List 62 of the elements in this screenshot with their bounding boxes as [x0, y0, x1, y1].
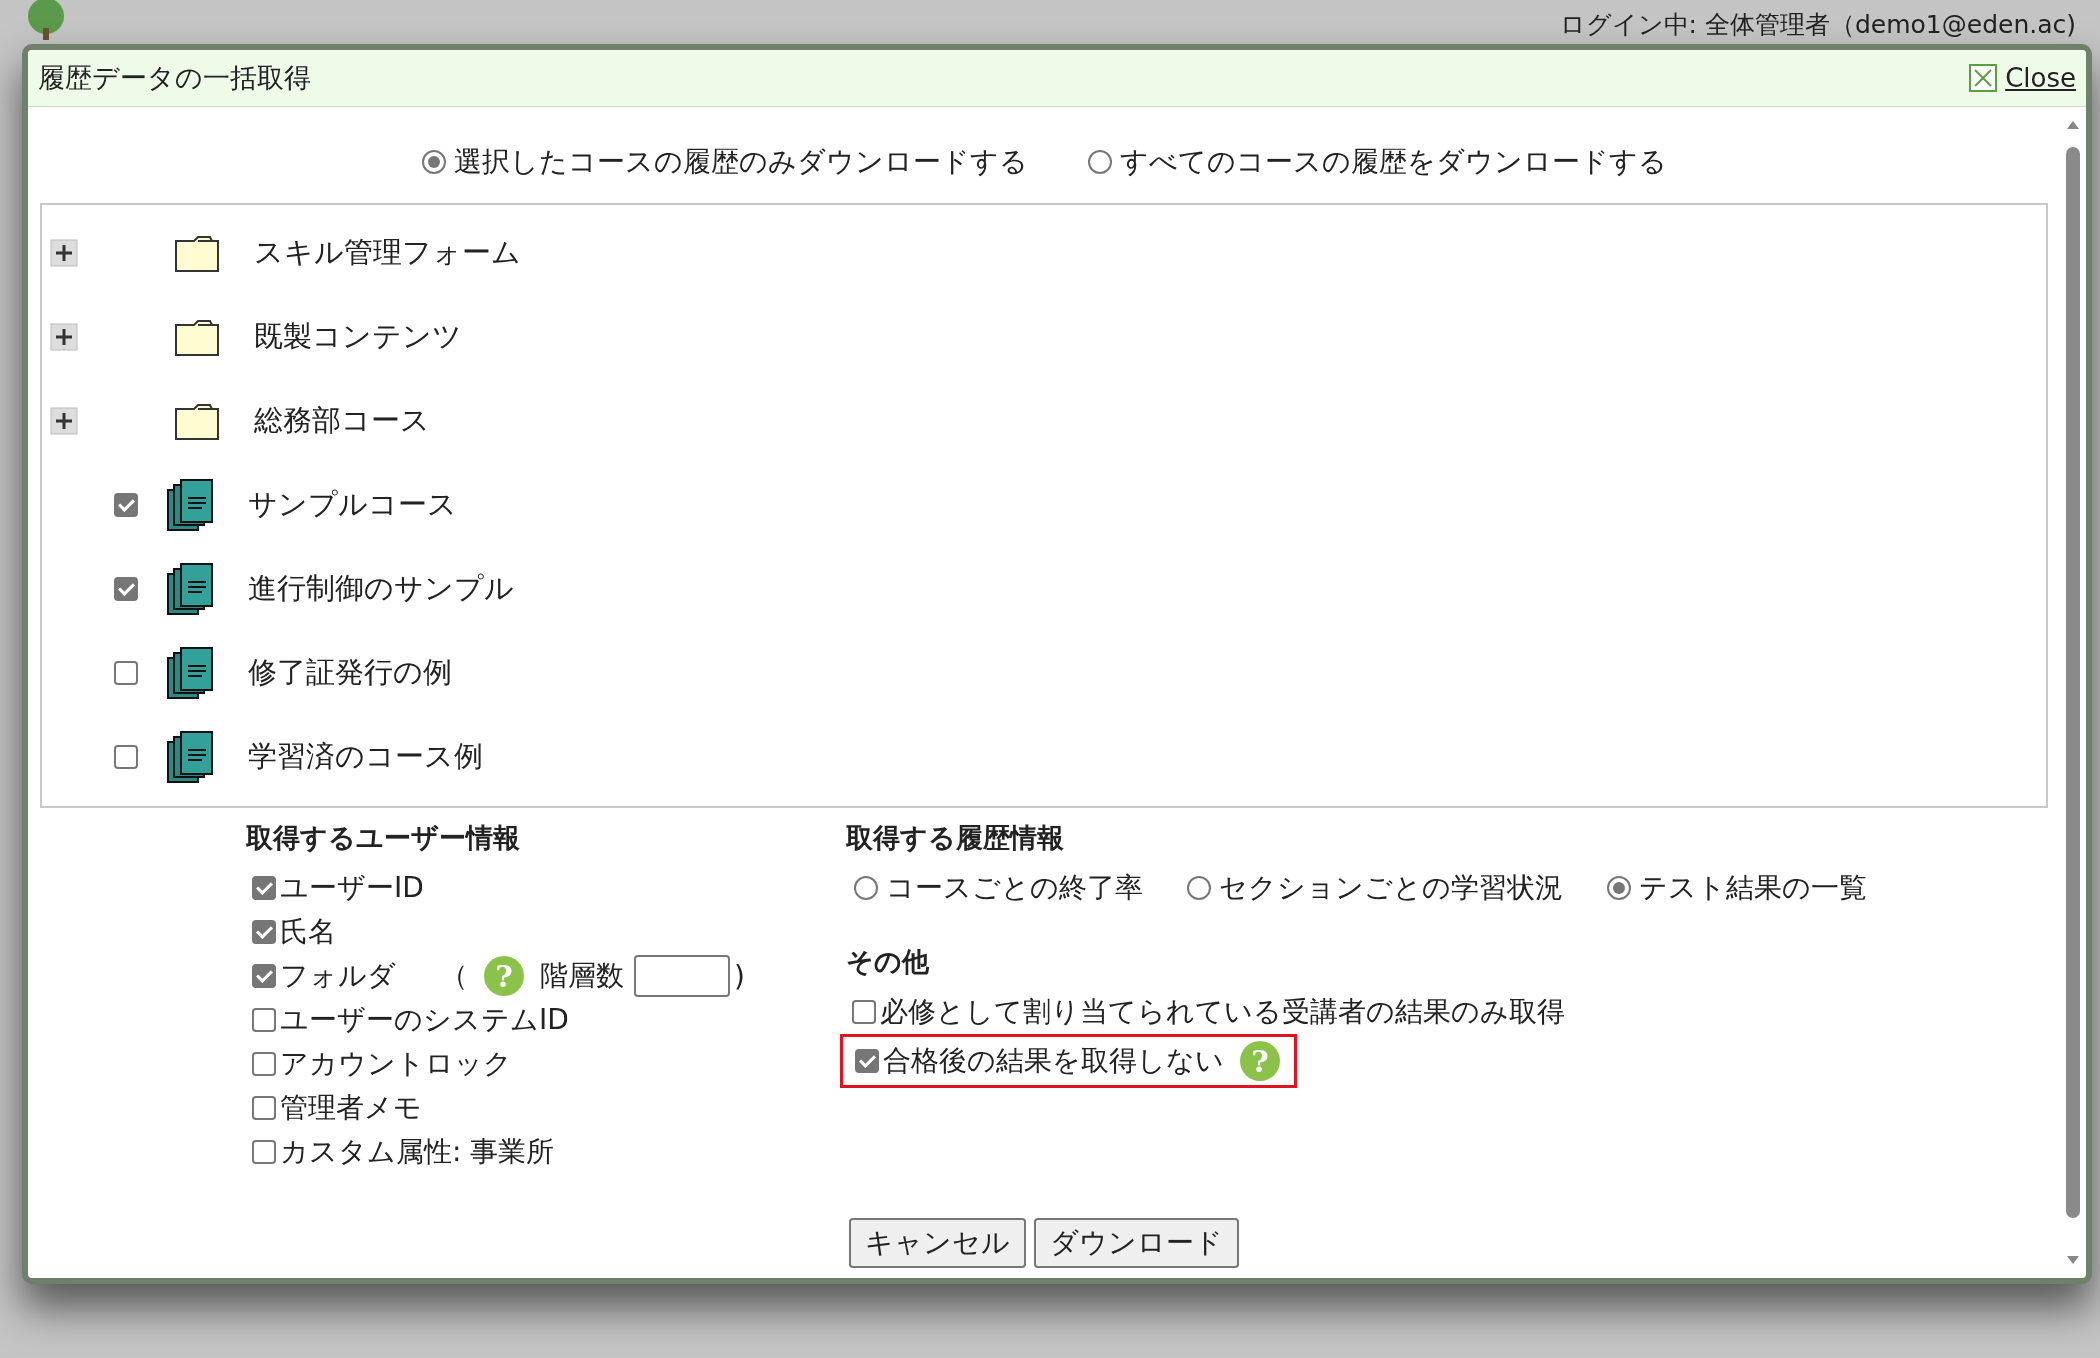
folder-label[interactable]: スキル管理フォーム [254, 233, 521, 273]
checkbox[interactable] [852, 1000, 876, 1024]
option-label: すべてのコースの履歴をダウンロードする [1119, 144, 1667, 180]
radio-button[interactable] [1087, 150, 1112, 174]
option-label: アカウントロック [280, 1046, 512, 1082]
radio-button[interactable] [1187, 876, 1211, 900]
checkbox[interactable] [252, 1052, 276, 1076]
login-status: ログイン中: 全体管理者（demo1@eden.ac) [1559, 9, 2076, 41]
checkbox[interactable] [114, 577, 138, 601]
folder-label[interactable]: 既製コンテンツ [254, 317, 462, 357]
option-label: セクションごとの学習状況 [1219, 870, 1563, 906]
section-heading: 取得する履歴情報 [846, 821, 1065, 855]
option-label: 氏名 [280, 914, 336, 950]
checkbox[interactable] [252, 920, 276, 944]
close-link[interactable]: Close [1969, 63, 2076, 93]
expand-icon[interactable] [50, 323, 78, 351]
dialog-title: 履歴データの一括取得 [38, 61, 312, 95]
course-label[interactable]: 修了証発行の例 [248, 653, 452, 693]
option-label: 必修として割り当てられている受講者の結果のみ取得 [880, 994, 1565, 1030]
folder-icon [174, 401, 220, 441]
option-label: カスタム属性: 事業所 [280, 1134, 555, 1170]
course-book-icon [166, 478, 214, 532]
expand-icon[interactable] [50, 239, 78, 267]
section-heading: その他 [846, 945, 930, 979]
checkbox[interactable] [114, 661, 138, 685]
section-heading: 取得するユーザー情報 [246, 821, 521, 855]
checkbox[interactable] [855, 1049, 879, 1073]
checkbox[interactable] [252, 876, 276, 900]
checkbox[interactable] [252, 964, 276, 988]
option-label: コースごとの終了率 [886, 870, 1143, 906]
folder-icon [174, 317, 220, 357]
close-icon [1969, 64, 1998, 92]
checkbox[interactable] [114, 493, 138, 517]
depth-label: 階層数 [540, 958, 624, 994]
depth-input-field[interactable] [634, 955, 730, 997]
parenthesis: （ [440, 958, 468, 994]
option-label: ユーザーのシステムID [280, 1002, 569, 1038]
option-label: テスト結果の一覧 [1639, 870, 1867, 906]
option-label: ユーザーID [280, 870, 424, 906]
download-button[interactable]: ダウンロード [1034, 1218, 1239, 1268]
course-book-icon [166, 646, 214, 700]
option-label: 合格後の結果を取得しない [883, 1043, 1224, 1079]
course-label[interactable]: 学習済のコース例 [248, 737, 483, 777]
checkbox[interactable] [252, 1140, 276, 1164]
expand-icon[interactable] [50, 407, 78, 435]
course-label[interactable]: 進行制御のサンプル [248, 569, 514, 609]
course-book-icon [166, 730, 214, 784]
checkbox[interactable] [252, 1096, 276, 1120]
checkbox[interactable] [252, 1008, 276, 1032]
option-label: フォルダ [280, 958, 396, 994]
course-label[interactable]: サンプルコース [248, 485, 457, 525]
radio-button[interactable] [1607, 876, 1631, 900]
course-book-icon [166, 562, 214, 616]
option-label: 管理者メモ [280, 1090, 422, 1126]
radio-button[interactable] [421, 150, 446, 174]
parenthesis: ) [734, 959, 745, 993]
option-label: 選択したコースの履歴のみダウンロードする [453, 144, 1028, 180]
folder-icon [174, 233, 220, 273]
radio-button[interactable] [854, 876, 878, 900]
cancel-button[interactable]: キャンセル [849, 1218, 1026, 1268]
folder-label[interactable]: 総務部コース [254, 401, 430, 441]
checkbox[interactable] [114, 745, 138, 769]
